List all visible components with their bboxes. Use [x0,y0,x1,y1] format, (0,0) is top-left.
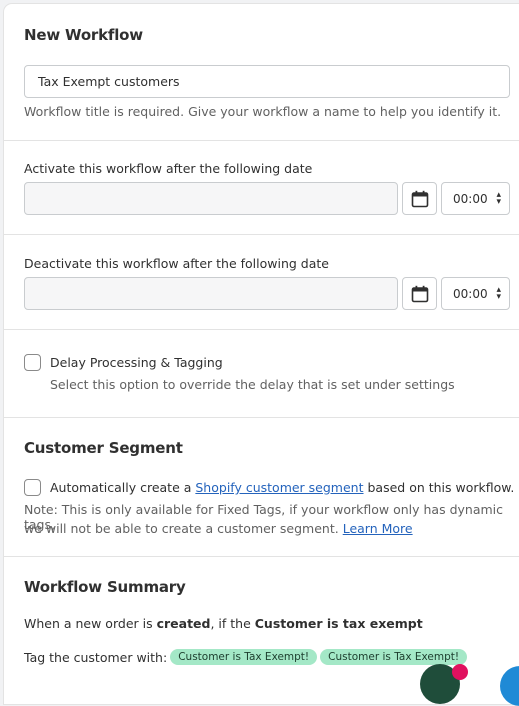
customer-segment-section: Customer Segment Automatically create a … [4,418,519,557]
segment-label-after: based on this workflow. [363,480,515,495]
section-title-customer-segment: Customer Segment [24,439,183,457]
activate-time-value: 00:00 [453,191,488,206]
learn-more-link[interactable]: Learn More [343,521,413,536]
select-chevron-icon: ▴ ▾ [496,285,501,302]
activate-section: Activate this workflow after the followi… [4,141,519,235]
segment-label-before: Automatically create a [50,480,196,495]
calendar-icon [411,285,428,302]
workflow-title-value: Tax Exempt customers [38,74,180,89]
deactivate-calendar-button[interactable] [402,277,437,310]
notification-dot [452,664,468,680]
workflow-title-input[interactable]: Tax Exempt customers [24,65,510,98]
delay-help: Select this option to override the delay… [50,377,455,392]
segment-note-line2: we will not be able to create a customer… [24,521,413,536]
summary-when-prefix: When a new order is [24,616,157,631]
section-title-workflow-summary: Workflow Summary [24,578,186,596]
workflow-title-section: New Workflow Tax Exempt customers Workfl… [4,4,519,141]
workflow-card: New Workflow Tax Exempt customers Workfl… [4,4,519,704]
deactivate-label: Deactivate this workflow after the follo… [24,256,329,271]
tag-badge: Customer is Tax Exempt! [320,649,468,665]
delay-checkbox[interactable] [24,354,41,371]
workflow-title-help: Workflow title is required. Give your wo… [24,104,502,119]
deactivate-time-value: 00:00 [453,286,488,301]
summary-when-mid: , if the [210,616,255,631]
section-title-new-workflow: New Workflow [24,26,143,44]
tag-badge: Customer is Tax Exempt! [170,649,318,665]
deactivate-section: Deactivate this workflow after the follo… [4,235,519,330]
activate-time-select[interactable]: 00:00 ▴ ▾ [441,182,510,215]
summary-tag-prefix: Tag the customer with: [24,649,168,665]
activate-label: Activate this workflow after the followi… [24,161,313,176]
summary-when-line: When a new order is created, if the Cust… [24,616,423,631]
activate-calendar-button[interactable] [402,182,437,215]
summary-condition: Customer is tax exempt [254,616,423,631]
delay-section: Delay Processing & Tagging Select this o… [4,330,519,418]
calendar-icon [411,190,428,207]
summary-event: created [156,616,211,631]
delay-label[interactable]: Delay Processing & Tagging [50,355,223,370]
shopify-segment-link[interactable]: Shopify customer segment [195,480,363,495]
summary-tag-line: Tag the customer with: Customer is Tax E… [24,649,468,665]
segment-label: Automatically create a Shopify customer … [50,480,514,495]
segment-checkbox[interactable] [24,479,41,496]
deactivate-time-select[interactable]: 00:00 ▴ ▾ [441,277,510,310]
activate-date-input[interactable] [24,182,398,215]
deactivate-date-input[interactable] [24,277,398,310]
segment-note-text: we will not be able to create a customer… [24,521,343,536]
select-chevron-icon: ▴ ▾ [496,190,501,207]
